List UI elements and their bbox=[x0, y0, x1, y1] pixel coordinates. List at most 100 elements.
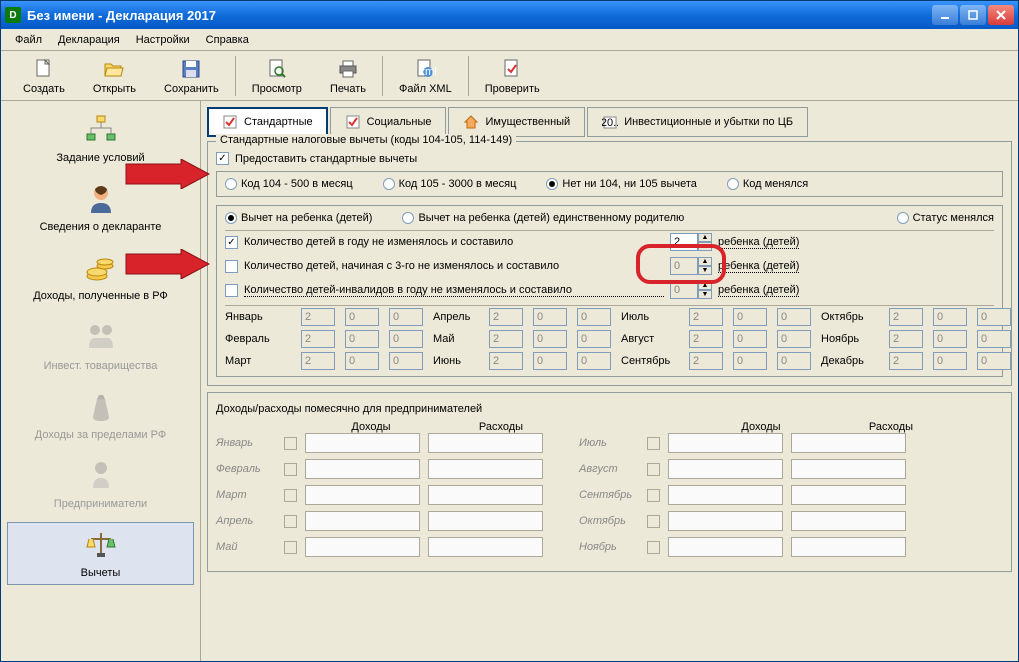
mar-3[interactable] bbox=[389, 352, 423, 370]
children-count-unchanged-checkbox[interactable] bbox=[225, 236, 238, 249]
entr-apr-income[interactable] bbox=[305, 511, 420, 531]
dec-2[interactable] bbox=[933, 352, 967, 370]
aug-2[interactable] bbox=[733, 330, 767, 348]
jan-1[interactable] bbox=[301, 308, 335, 326]
mar-2[interactable] bbox=[345, 352, 379, 370]
oct-2[interactable] bbox=[933, 308, 967, 326]
children-from3-checkbox[interactable] bbox=[225, 260, 238, 273]
tool-preview[interactable]: Просмотр bbox=[238, 54, 316, 98]
entr-may-chk[interactable] bbox=[284, 541, 297, 554]
sidebar-item-deductions[interactable]: Вычеты bbox=[7, 522, 194, 585]
entr-sep-income[interactable] bbox=[668, 485, 783, 505]
tab-social[interactable]: Социальные bbox=[330, 107, 447, 137]
jun-3[interactable] bbox=[577, 352, 611, 370]
oct-3[interactable] bbox=[977, 308, 1011, 326]
jan-3[interactable] bbox=[389, 308, 423, 326]
tab-standard[interactable]: Стандартные bbox=[207, 107, 328, 137]
entr-oct-chk[interactable] bbox=[647, 515, 660, 528]
entr-jul-expense[interactable] bbox=[791, 433, 906, 453]
feb-3[interactable] bbox=[389, 330, 423, 348]
entr-jan-chk[interactable] bbox=[284, 437, 297, 450]
tool-create[interactable]: Создать bbox=[9, 54, 79, 98]
tool-save[interactable]: Сохранить bbox=[150, 54, 233, 98]
menu-file[interactable]: Файл bbox=[7, 32, 50, 48]
sidebar-item-entrepreneur[interactable]: Предприниматели bbox=[7, 453, 194, 516]
children-invalid-checkbox[interactable] bbox=[225, 284, 238, 297]
minimize-button[interactable] bbox=[932, 5, 958, 25]
jul-1[interactable] bbox=[689, 308, 723, 326]
aug-3[interactable] bbox=[777, 330, 811, 348]
radio-code-none[interactable] bbox=[546, 178, 558, 190]
entr-mar-income[interactable] bbox=[305, 485, 420, 505]
entr-jul-income[interactable] bbox=[668, 433, 783, 453]
entr-nov-expense[interactable] bbox=[791, 537, 906, 557]
entr-feb-chk[interactable] bbox=[284, 463, 297, 476]
radio-code-105[interactable] bbox=[383, 178, 395, 190]
radio-code-104[interactable] bbox=[225, 178, 237, 190]
radio-child-single-parent[interactable] bbox=[402, 212, 414, 224]
spin-down[interactable]: ▼ bbox=[698, 290, 712, 299]
entr-jan-expense[interactable] bbox=[428, 433, 543, 453]
tab-property[interactable]: Имущественный bbox=[448, 107, 585, 137]
jun-2[interactable] bbox=[533, 352, 567, 370]
nov-1[interactable] bbox=[889, 330, 923, 348]
sep-2[interactable] bbox=[733, 352, 767, 370]
feb-2[interactable] bbox=[345, 330, 379, 348]
entr-sep-expense[interactable] bbox=[791, 485, 906, 505]
sidebar-item-abroad[interactable]: Доходы за пределами РФ bbox=[7, 384, 194, 447]
entr-mar-chk[interactable] bbox=[284, 489, 297, 502]
mar-1[interactable] bbox=[301, 352, 335, 370]
menu-declaration[interactable]: Декларация bbox=[50, 32, 128, 48]
may-1[interactable] bbox=[489, 330, 523, 348]
sep-1[interactable] bbox=[689, 352, 723, 370]
feb-1[interactable] bbox=[301, 330, 335, 348]
entr-may-income[interactable] bbox=[305, 537, 420, 557]
radio-child-deduction[interactable] bbox=[225, 212, 237, 224]
jan-2[interactable] bbox=[345, 308, 379, 326]
entr-sep-chk[interactable] bbox=[647, 489, 660, 502]
apr-1[interactable] bbox=[489, 308, 523, 326]
radio-code-changed[interactable] bbox=[727, 178, 739, 190]
may-3[interactable] bbox=[577, 330, 611, 348]
nov-3[interactable] bbox=[977, 330, 1011, 348]
menu-help[interactable]: Справка bbox=[198, 32, 257, 48]
close-button[interactable] bbox=[988, 5, 1014, 25]
provide-std-checkbox[interactable] bbox=[216, 152, 229, 165]
jul-3[interactable] bbox=[777, 308, 811, 326]
tool-check[interactable]: Проверить bbox=[471, 54, 554, 98]
aug-1[interactable] bbox=[689, 330, 723, 348]
tool-print[interactable]: Печать bbox=[316, 54, 380, 98]
sidebar-item-invest[interactable]: Инвест. товарищества bbox=[7, 315, 194, 378]
entr-feb-expense[interactable] bbox=[428, 459, 543, 479]
entr-may-expense[interactable] bbox=[428, 537, 543, 557]
tool-xml[interactable]: xmlФайл XML bbox=[385, 54, 466, 98]
menu-settings[interactable]: Настройки bbox=[128, 32, 198, 48]
entr-aug-income[interactable] bbox=[668, 459, 783, 479]
entr-apr-chk[interactable] bbox=[284, 515, 297, 528]
entr-aug-expense[interactable] bbox=[791, 459, 906, 479]
entr-feb-income[interactable] bbox=[305, 459, 420, 479]
entr-aug-chk[interactable] bbox=[647, 463, 660, 476]
tool-open[interactable]: Открыть bbox=[79, 54, 150, 98]
oct-1[interactable] bbox=[889, 308, 923, 326]
entr-oct-expense[interactable] bbox=[791, 511, 906, 531]
entr-jan-income[interactable] bbox=[305, 433, 420, 453]
radio-status-changed[interactable] bbox=[897, 212, 909, 224]
dec-1[interactable] bbox=[889, 352, 923, 370]
dec-3[interactable] bbox=[977, 352, 1011, 370]
entr-apr-expense[interactable] bbox=[428, 511, 543, 531]
tab-invest-loss[interactable]: 20..Инвестиционные и убытки по ЦБ bbox=[587, 107, 808, 137]
entr-oct-income[interactable] bbox=[668, 511, 783, 531]
apr-3[interactable] bbox=[577, 308, 611, 326]
spin-up[interactable]: ▲ bbox=[698, 233, 712, 242]
jul-2[interactable] bbox=[733, 308, 767, 326]
entr-nov-chk[interactable] bbox=[647, 541, 660, 554]
entr-mar-expense[interactable] bbox=[428, 485, 543, 505]
jun-1[interactable] bbox=[489, 352, 523, 370]
sep-3[interactable] bbox=[777, 352, 811, 370]
nov-2[interactable] bbox=[933, 330, 967, 348]
apr-2[interactable] bbox=[533, 308, 567, 326]
entr-jul-chk[interactable] bbox=[647, 437, 660, 450]
entr-nov-income[interactable] bbox=[668, 537, 783, 557]
maximize-button[interactable] bbox=[960, 5, 986, 25]
